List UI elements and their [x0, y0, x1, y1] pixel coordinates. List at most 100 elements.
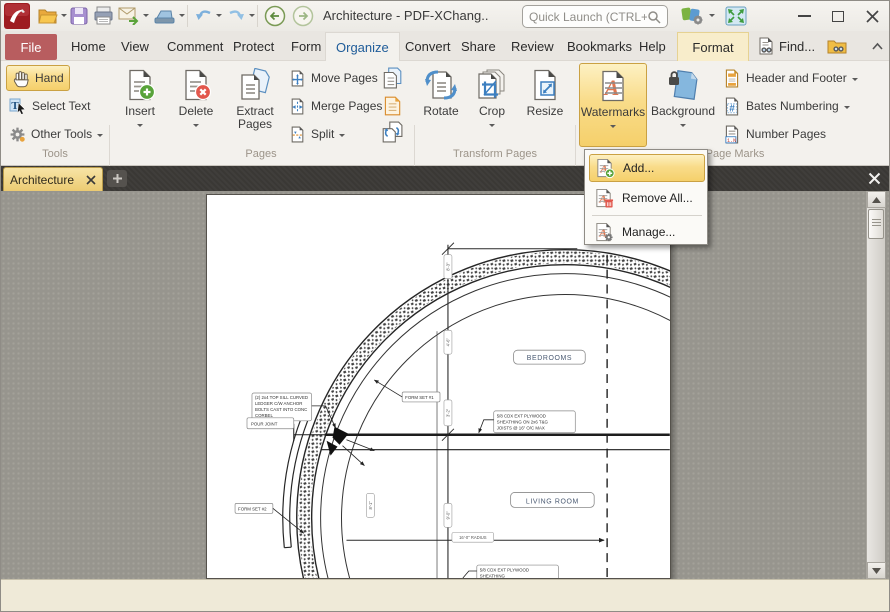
redo-dropdown[interactable]: [249, 14, 255, 20]
background-button[interactable]: Background: [649, 63, 717, 147]
delete-pages-button[interactable]: Delete: [169, 63, 223, 147]
insert-label: Insert: [125, 105, 155, 118]
minimize-button[interactable]: [791, 5, 817, 27]
hand-tool-label: Hand: [35, 71, 64, 85]
resize-icon: [529, 68, 561, 102]
scroll-up-button[interactable]: [867, 191, 886, 208]
tab-close-icon[interactable]: [86, 175, 96, 185]
find-label[interactable]: Find...: [779, 39, 815, 54]
document-tab-architecture[interactable]: Architecture: [3, 167, 103, 191]
vertical-scrollbar[interactable]: [866, 191, 885, 579]
tools-group-label: Tools: [0, 148, 115, 160]
svg-text:SHEATHING: SHEATHING: [480, 574, 506, 578]
watermarks-button[interactable]: A Watermarks: [579, 63, 647, 147]
maximize-button[interactable]: [825, 5, 851, 27]
bates-numbering-button[interactable]: # Bates Numbering: [723, 95, 850, 117]
tab-review[interactable]: Review: [501, 32, 564, 61]
save-icon[interactable]: [69, 6, 89, 26]
bates-dropdown: [844, 106, 850, 112]
close-button[interactable]: [857, 5, 887, 27]
watermarks-menu-add[interactable]: A Add...: [589, 154, 705, 182]
fullscreen-icon[interactable]: [725, 6, 747, 26]
exchange-pages-icon[interactable]: [381, 121, 403, 143]
forward-icon[interactable]: [292, 5, 314, 27]
title-bar: Architecture - PDF-XChang.. Quick Launch…: [1, 1, 889, 31]
resize-label: Resize: [527, 105, 564, 118]
svg-text:SHEATHING ON 2x6 T&G: SHEATHING ON 2x6 T&G: [497, 419, 549, 424]
svg-text:(2) 2x4 TOP SILL CURVED: (2) 2x4 TOP SILL CURVED: [255, 395, 308, 400]
collapse-ribbon-icon[interactable]: [871, 41, 884, 51]
background-dropdown: [680, 124, 686, 130]
rotate-pages-button[interactable]: Rotate: [417, 63, 465, 147]
delete-label: Delete: [179, 105, 214, 118]
move-pages-button[interactable]: Move Pages: [289, 67, 378, 89]
tab-view[interactable]: View: [111, 32, 159, 61]
crop-label: Crop: [479, 105, 505, 118]
session-dropdown[interactable]: [709, 14, 715, 20]
merge-pages-button[interactable]: Merge Pages: [289, 95, 382, 117]
undo-icon[interactable]: [194, 7, 213, 24]
header-footer-label: Header and Footer: [746, 71, 847, 85]
split-label: Split: [311, 127, 334, 141]
tab-form[interactable]: Form: [281, 32, 331, 61]
tab-home[interactable]: Home: [61, 32, 116, 61]
find-document-icon[interactable]: [757, 37, 775, 55]
redo-icon[interactable]: [227, 7, 246, 24]
open-file-icon[interactable]: [37, 6, 58, 26]
watermarks-dropdown: [610, 125, 616, 131]
select-text-label: Select Text: [32, 99, 90, 113]
email-icon[interactable]: [118, 6, 140, 25]
undo-dropdown[interactable]: [216, 14, 222, 20]
scanner-icon[interactable]: [153, 7, 176, 25]
insert-pages-button[interactable]: Insert: [113, 63, 167, 147]
watermarks-menu-manage[interactable]: A Manage...: [589, 218, 705, 246]
tab-protect[interactable]: Protect: [223, 32, 284, 61]
replace-pages-icon[interactable]: [381, 95, 403, 117]
watermarks-menu: A Add... A Remove All... A Manage...: [584, 149, 708, 245]
window-title: Architecture - PDF-XChang..: [323, 8, 488, 23]
app-logo-icon: [4, 3, 30, 29]
close-document-button[interactable]: [861, 168, 887, 189]
number-pages-button[interactable]: 1.N Number Pages: [723, 123, 826, 145]
crop-pages-button[interactable]: Crop: [469, 63, 515, 147]
split-button[interactable]: Split: [289, 123, 345, 145]
search-icon: [647, 10, 661, 24]
watermark-manage-icon: A: [594, 222, 614, 243]
back-icon[interactable]: [264, 5, 286, 27]
extract-pages-button[interactable]: ExtractPages: [227, 63, 283, 147]
svg-text:POUR JOINT: POUR JOINT: [251, 421, 278, 426]
svg-text:CORBEL: CORBEL: [255, 413, 274, 418]
header-footer-button[interactable]: Header and Footer: [723, 67, 858, 89]
pdf-page[interactable]: 16'-0" RADIUS (2) 2x4 TOP SILL CURVED LE…: [206, 194, 671, 579]
session-settings-icon[interactable]: [681, 6, 705, 26]
scanner-dropdown[interactable]: [179, 14, 185, 20]
document-viewport[interactable]: 16'-0" RADIUS (2) 2x4 TOP SILL CURVED LE…: [1, 191, 889, 579]
new-tab-button[interactable]: [107, 170, 127, 187]
tab-help[interactable]: Help: [629, 32, 676, 61]
watermarks-menu-remove-all-label: Remove All...: [622, 191, 693, 205]
tab-share[interactable]: Share: [451, 32, 506, 61]
background-label: Background: [651, 105, 715, 118]
scrollbar-thumb[interactable]: [868, 209, 884, 239]
crop-dropdown: [489, 124, 495, 130]
watermark-remove-icon: A: [594, 188, 614, 209]
rotate-icon: [424, 68, 458, 102]
open-file-dropdown[interactable]: [61, 14, 67, 20]
tab-format[interactable]: Format: [677, 32, 749, 61]
tab-organize[interactable]: Organize: [325, 32, 400, 61]
watermarks-menu-remove-all[interactable]: A Remove All...: [589, 184, 705, 212]
hand-tool-button[interactable]: Hand: [6, 65, 70, 91]
tab-comment[interactable]: Comment: [157, 32, 233, 61]
other-tools-button[interactable]: Other Tools: [6, 121, 114, 147]
quick-launch-input[interactable]: Quick Launch (CTRL+.): [522, 5, 668, 28]
svg-text:FORM SET #1: FORM SET #1: [405, 395, 434, 400]
svg-text:1.N: 1.N: [727, 137, 736, 143]
resize-pages-button[interactable]: Resize: [521, 63, 569, 147]
email-dropdown[interactable]: [143, 14, 149, 20]
find-in-files-icon[interactable]: [827, 38, 848, 55]
tab-file[interactable]: File: [5, 34, 57, 60]
scroll-down-button[interactable]: [867, 562, 886, 579]
print-icon[interactable]: [93, 5, 114, 26]
select-text-button[interactable]: T Select Text: [6, 93, 110, 119]
duplicate-pages-icon[interactable]: [381, 67, 403, 89]
